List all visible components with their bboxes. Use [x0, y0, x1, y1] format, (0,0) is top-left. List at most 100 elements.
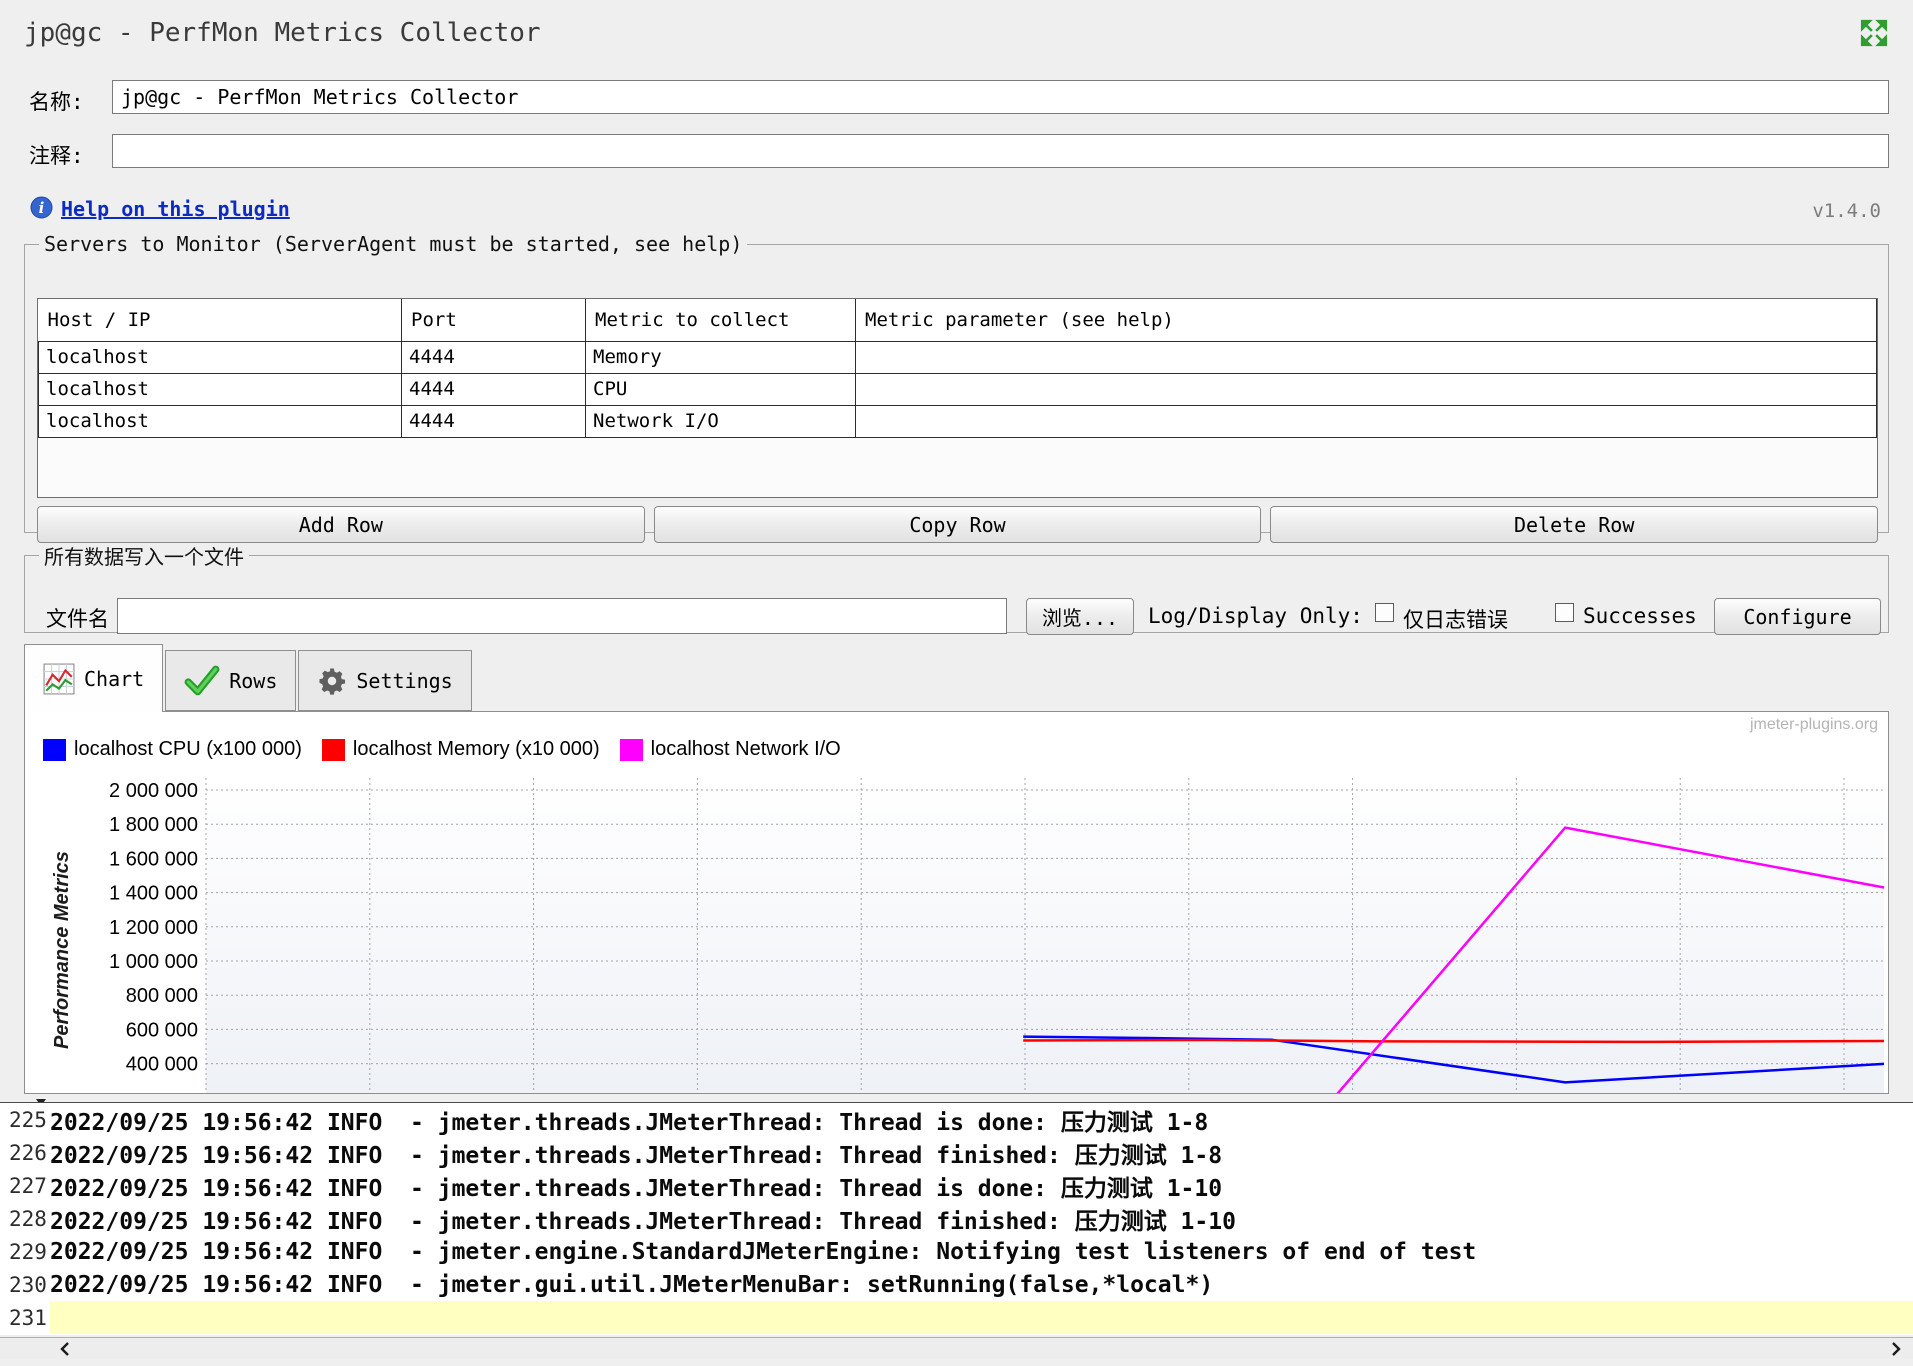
successes-label[interactable]: Successes [1583, 604, 1697, 628]
log-line-text [50, 1301, 1913, 1334]
log-splitter[interactable] [0, 1094, 1913, 1106]
log-line-number: 230 [9, 1272, 47, 1297]
tab-chart[interactable]: Chart [24, 644, 164, 712]
log-line-text: 2022/09/25 19:56:42 INFO - jmeter.thread… [50, 1208, 1236, 1235]
tab-rows-label: Rows [229, 668, 278, 693]
servers-group: Servers to Monitor (ServerAgent must be … [24, 232, 1889, 543]
log-line-text: 2022/09/25 19:56:42 INFO - jmeter.thread… [50, 1175, 1223, 1202]
horizontal-scrollbar[interactable] [0, 1337, 1913, 1359]
add-row-button[interactable]: Add Row [37, 506, 645, 543]
log-line: 226 2022/09/25 19:56:42 INFO - jmeter.thr… [0, 1136, 1913, 1169]
port-cell[interactable]: 4444 [401, 340, 586, 374]
log-line-number: 225 [9, 1107, 47, 1132]
log-line: 228 2022/09/25 19:56:42 INFO - jmeter.thr… [0, 1202, 1913, 1235]
metric-cell[interactable]: CPU [585, 372, 856, 406]
name-input[interactable] [112, 80, 1889, 114]
servers-table: Host / IP Port Metric to collect Metric par… [38, 299, 1877, 438]
version-label: v1.4.0 [1812, 200, 1881, 222]
metric-cell[interactable]: Memory [585, 340, 856, 374]
log-line-text: 2022/09/25 19:56:42 INFO - jmeter.engine… [50, 1238, 1477, 1265]
file-group: 所有数据写入一个文件 文件名 浏览... Log/Display Only: 仅… [24, 541, 1889, 635]
host-cell[interactable]: localhost [38, 340, 402, 374]
delete-row-button[interactable]: Delete Row [1270, 506, 1879, 543]
column-header: Metric to collect [585, 299, 856, 342]
log-line-text: 2022/09/25 19:56:42 INFO - jmeter.gui.ut… [50, 1271, 1214, 1298]
scroll-right-icon[interactable] [1887, 1341, 1903, 1361]
successes-checkbox[interactable] [1555, 603, 1574, 622]
file-group-title: 所有数据写入一个文件 [44, 545, 244, 569]
configure-button[interactable]: Configure [1714, 598, 1881, 635]
server-row: localhost 4444 CPU [38, 372, 1877, 406]
port-cell[interactable]: 4444 [401, 404, 586, 438]
legend-label: localhost CPU (x100 000) [74, 738, 302, 760]
info-icon: i [30, 196, 53, 219]
log-line: 230 2022/09/25 19:56:42 INFO - jmeter.gui… [0, 1268, 1913, 1301]
host-cell[interactable]: localhost [38, 372, 402, 406]
errors-only-checkbox[interactable] [1375, 603, 1394, 622]
tab-settings-label: Settings [356, 668, 453, 693]
y-tick-label: 1 600 000 [109, 848, 198, 870]
filename-input[interactable] [117, 598, 1007, 634]
tab-settings[interactable]: Settings [298, 650, 472, 711]
legend-swatch [619, 738, 643, 761]
log-line-text: 2022/09/25 19:56:42 INFO - jmeter.thread… [50, 1109, 1209, 1136]
log-line: 229 2022/09/25 19:56:42 INFO - jmeter.eng… [0, 1235, 1913, 1268]
svg-text:i: i [39, 199, 45, 217]
server-row: localhost 4444 Memory [38, 340, 1877, 374]
legend-item: localhost Memory (x10 000) [321, 738, 600, 761]
column-header: Host / IP [38, 299, 402, 342]
log-panel[interactable]: 225 2022/09/25 19:56:42 INFO - jmeter.thr… [0, 1102, 1913, 1335]
comments-label: 注释: [29, 144, 84, 168]
browse-button[interactable]: 浏览... [1026, 598, 1134, 635]
comments-input[interactable] [112, 134, 1889, 168]
table-header-row: Host / IP Port Metric to collect Metric par… [38, 299, 1877, 342]
y-tick-label: 1 000 000 [109, 951, 198, 973]
scroll-left-icon[interactable] [58, 1341, 74, 1361]
chart-legend: localhost CPU (x100 000) localhost Memory… [43, 738, 841, 761]
watermark: jmeter-plugins.org [1749, 716, 1878, 733]
page-title: jp@gc - PerfMon Metrics Collector [24, 18, 541, 48]
copy-row-button[interactable]: Copy Row [653, 506, 1262, 543]
tabbar: Chart Rows Settings [24, 643, 472, 712]
y-tick-label: 2 000 000 [109, 780, 198, 802]
legend-item: localhost Network I/O [619, 738, 841, 761]
legend-swatch [321, 738, 345, 761]
log-line-number: 229 [9, 1239, 47, 1264]
y-tick-label: 600 000 [126, 1019, 198, 1041]
chart-panel: localhost CPU (x100 000) localhost Memory… [24, 711, 1889, 1094]
expand-icon[interactable] [1859, 18, 1889, 48]
param-cell[interactable] [855, 340, 1877, 374]
y-tick-label: 1 800 000 [109, 814, 198, 836]
param-cell[interactable] [855, 372, 1877, 406]
log-line-number: 227 [9, 1173, 47, 1198]
gear-icon [317, 666, 347, 696]
chart-icon [43, 663, 75, 695]
legend-swatch [43, 738, 66, 761]
name-label: 名称: [29, 90, 84, 114]
log-line: 225 2022/09/25 19:56:42 INFO - jmeter.thr… [0, 1103, 1913, 1136]
tab-rows[interactable]: Rows [165, 650, 297, 711]
servers-group-title: Servers to Monitor (ServerAgent must be … [44, 232, 743, 256]
port-cell[interactable]: 4444 [401, 372, 586, 406]
legend-label: localhost Memory (x10 000) [352, 738, 600, 760]
param-cell[interactable] [855, 404, 1877, 438]
tab-chart-label: Chart [84, 666, 145, 691]
legend-label: localhost Network I/O [650, 738, 841, 760]
filename-label: 文件名 [46, 607, 109, 631]
errors-only-label[interactable]: 仅日志错误 [1403, 604, 1508, 634]
server-row: localhost 4444 Network I/O [38, 404, 1877, 438]
host-cell[interactable]: localhost [38, 404, 402, 438]
y-tick-label: 1 400 000 [109, 883, 198, 905]
help-link[interactable]: Help on this plugin [61, 197, 290, 221]
log-line-number: 231 [9, 1305, 47, 1330]
y-axis-label: Performance Metrics [51, 851, 73, 1049]
log-line-number: 226 [9, 1140, 47, 1165]
y-tick-label: 1 200 000 [109, 917, 198, 939]
table-buttons: Add Row Copy Row Delete Row [37, 506, 1879, 543]
metric-cell[interactable]: Network I/O [585, 404, 856, 438]
y-tick-label: 400 000 [126, 1054, 198, 1076]
log-line-number: 228 [9, 1206, 47, 1231]
log-display-only-label: Log/Display Only: [1148, 604, 1363, 628]
log-line: 231 [0, 1301, 1913, 1334]
servers-table-viewport: Host / IP Port Metric to collect Metric par… [37, 298, 1878, 498]
